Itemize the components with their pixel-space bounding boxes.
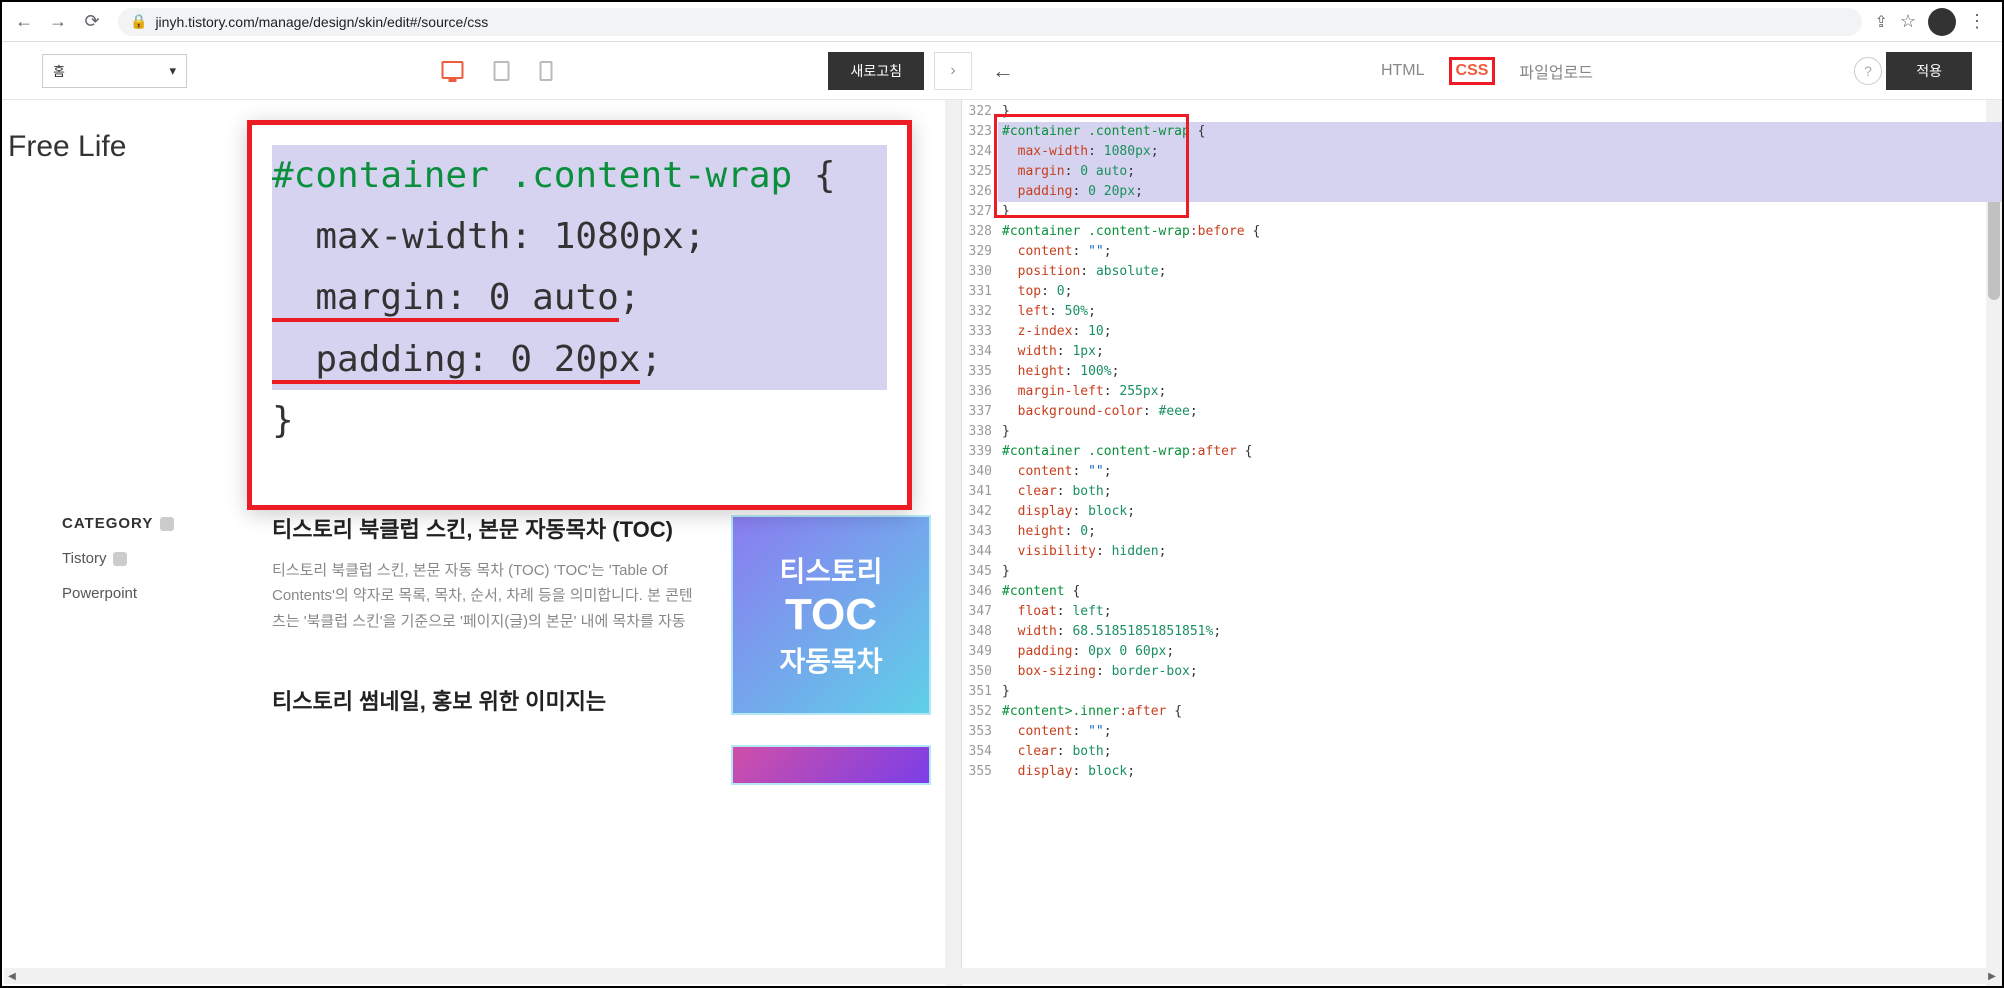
share-icon[interactable]: ⇪ bbox=[1874, 12, 1887, 32]
scroll-left-icon[interactable]: ◀ bbox=[4, 968, 20, 984]
toolbar: 홈 ▾ 새로고침 › ← HTML CSS 파일업로드 ? 적용 bbox=[2, 42, 2002, 100]
code-editor[interactable]: 3223233243253263273283293303313323333343… bbox=[962, 100, 2002, 986]
menu-icon[interactable]: ⋮ bbox=[1968, 11, 1986, 32]
badge-icon bbox=[160, 517, 174, 531]
post-title[interactable]: 티스토리 북클럽 스킨, 본문 자동목차 (TOC) bbox=[272, 515, 701, 546]
device-tablet-icon[interactable] bbox=[494, 61, 510, 81]
category-heading: CATEGORY bbox=[62, 515, 153, 532]
page-select[interactable]: 홈 ▾ bbox=[42, 54, 187, 88]
forward-button[interactable]: → bbox=[44, 8, 72, 36]
post-thumbnail[interactable] bbox=[731, 745, 931, 785]
tab-html[interactable]: HTML bbox=[1377, 60, 1429, 82]
post-title[interactable]: 티스토리 썸네일, 홍보 위한 이미지는 bbox=[272, 684, 701, 716]
line-gutter: 3223233243253263273283293303313323333343… bbox=[962, 100, 998, 986]
badge-icon bbox=[113, 552, 127, 566]
reload-button[interactable]: ⟳ bbox=[78, 8, 106, 36]
star-icon[interactable]: ☆ bbox=[1900, 11, 1916, 32]
category-sidebar: CATEGORY Tistory Powerpoint bbox=[62, 515, 242, 785]
zoom-selector: #container .content-wrap bbox=[272, 155, 792, 196]
category-item[interactable]: Tistory bbox=[62, 550, 242, 567]
select-value: 홈 bbox=[53, 61, 65, 80]
browser-chrome: ← → ⟳ 🔒 jinyh.tistory.com/manage/design/… bbox=[2, 2, 2002, 42]
preview-scrollbar[interactable] bbox=[947, 140, 959, 340]
collapse-button[interactable]: › bbox=[934, 52, 972, 90]
lock-icon: 🔒 bbox=[130, 13, 147, 30]
profile-avatar[interactable] bbox=[1928, 8, 1956, 36]
zoom-max-width: max-width: 1080px; bbox=[272, 206, 887, 267]
url-text: jinyh.tistory.com/manage/design/skin/edi… bbox=[155, 14, 488, 30]
help-button[interactable]: ? bbox=[1854, 57, 1882, 85]
zoom-annotation: #container .content-wrap { max-width: 10… bbox=[247, 120, 912, 510]
device-desktop-icon[interactable] bbox=[442, 61, 464, 79]
chevron-down-icon: ▾ bbox=[169, 63, 176, 79]
preview-pane: Free Life #container .content-wrap { max… bbox=[2, 100, 962, 986]
url-bar[interactable]: 🔒 jinyh.tistory.com/manage/design/skin/e… bbox=[118, 8, 1862, 36]
refresh-button[interactable]: 새로고침 bbox=[828, 52, 924, 90]
scroll-right-icon[interactable]: ▶ bbox=[1984, 968, 2000, 984]
editor-back-button[interactable]: ← bbox=[992, 58, 1014, 84]
device-mobile-icon[interactable] bbox=[540, 61, 553, 81]
post-thumbnail[interactable]: 티스토리 TOC 자동목차 bbox=[731, 515, 931, 715]
category-item[interactable]: Powerpoint bbox=[62, 585, 242, 602]
tab-upload[interactable]: 파일업로드 bbox=[1515, 57, 1597, 85]
tab-css[interactable]: CSS bbox=[1449, 57, 1496, 85]
horizontal-scrollbar[interactable]: ◀ ▶ bbox=[4, 968, 2000, 984]
code-area[interactable]: }#container .content-wrap { max-width: 1… bbox=[998, 100, 2002, 986]
post-description: 티스토리 북클럽 스킨, 본문 자동 목차 (TOC) 'TOC'는 'Tabl… bbox=[272, 558, 701, 635]
apply-button[interactable]: 적용 bbox=[1886, 52, 1972, 90]
back-button[interactable]: ← bbox=[10, 8, 38, 36]
zoom-close-brace: } bbox=[272, 400, 294, 441]
